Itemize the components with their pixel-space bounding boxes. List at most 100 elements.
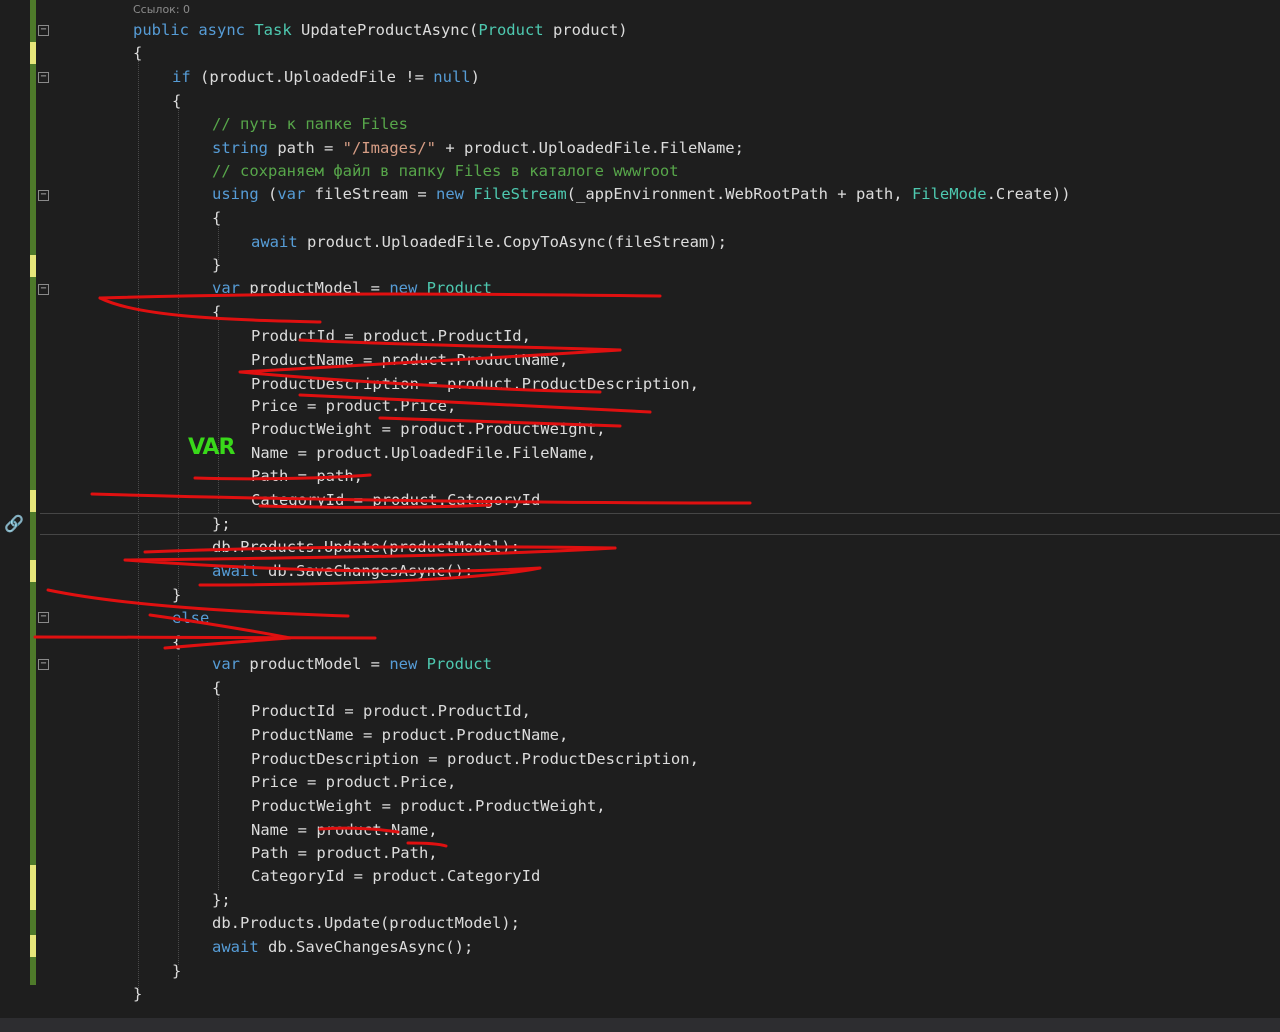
code-token: };	[212, 515, 231, 533]
code-token: Product	[426, 279, 492, 297]
code-token: .Create))	[986, 185, 1071, 203]
code-token: FileMode	[911, 185, 987, 203]
code-line[interactable]: // путь к папке Files	[212, 113, 408, 135]
code-token: await	[212, 938, 268, 956]
fold-toggle-icon[interactable]: −	[38, 190, 49, 201]
code-token: Path = product.Path,	[251, 844, 438, 862]
fold-toggle-icon[interactable]: −	[38, 72, 49, 83]
code-line[interactable]: Path = product.Path,	[251, 842, 438, 864]
codelens-references[interactable]: Ссылок: 0	[133, 3, 190, 16]
code-line[interactable]: }	[133, 983, 142, 1005]
code-line[interactable]: await db.SaveChangesAsync();	[212, 560, 473, 582]
code-token: {	[172, 633, 182, 651]
code-line[interactable]: CategoryId = product.CategoryId	[251, 489, 540, 511]
code-line[interactable]: db.Products.Update(productModel);	[212, 912, 520, 934]
code-line[interactable]: }	[212, 254, 221, 276]
code-line[interactable]: using (var fileStream = new FileStream(_…	[212, 183, 1071, 205]
code-token: db.SaveChangesAsync();	[268, 938, 474, 956]
code-token: CategoryId = product.CategoryId	[251, 491, 541, 509]
code-token: productModel =	[249, 655, 390, 673]
code-line[interactable]: if (product.UploadedFile != null)	[172, 66, 480, 88]
code-line[interactable]: public async Task UpdateProductAsync(Pro…	[133, 19, 628, 41]
code-line[interactable]: ProductId = product.ProductId,	[251, 700, 531, 722]
code-token: {	[212, 209, 222, 227]
code-token: + product.UploadedFile.FileName;	[435, 139, 744, 157]
change-marker	[30, 42, 36, 64]
code-token: }	[212, 256, 222, 274]
code-token: {	[212, 303, 222, 321]
code-line[interactable]: ProductWeight = product.ProductWeight,	[251, 418, 606, 440]
code-line[interactable]: {	[212, 301, 221, 323]
code-token: path =	[277, 139, 343, 157]
fold-toggle-icon[interactable]: −	[38, 25, 49, 36]
code-token: product.UploadedFile.CopyToAsync(fileStr…	[307, 233, 727, 251]
indent-guide	[218, 318, 219, 513]
code-token: ProductName = product.ProductName,	[251, 351, 569, 369]
code-line[interactable]: }	[172, 960, 181, 982]
indent-guide	[218, 695, 219, 890]
code-line[interactable]: Name = product.Name,	[251, 819, 438, 841]
code-line[interactable]: ProductName = product.ProductName,	[251, 724, 568, 746]
code-line[interactable]: ProductName = product.ProductName,	[251, 349, 568, 371]
code-token: {	[133, 44, 143, 62]
code-line[interactable]: string path = "/Images/" + product.Uploa…	[212, 137, 744, 159]
link-icon[interactable]: 🔗	[4, 514, 24, 533]
code-token: UpdateProductAsync(	[301, 21, 479, 39]
code-token: product)	[552, 21, 628, 39]
code-token: Task	[254, 21, 301, 39]
code-line[interactable]: {	[172, 631, 181, 653]
code-line[interactable]: else	[172, 607, 209, 629]
code-line[interactable]: {	[212, 677, 221, 699]
code-line[interactable]: var productModel = new Product	[212, 277, 492, 299]
code-line[interactable]: // сохраняем файл в папку Files в катало…	[212, 160, 679, 182]
code-line[interactable]: var productModel = new Product	[212, 653, 492, 675]
code-line[interactable]: {	[133, 42, 142, 64]
change-marker	[30, 490, 36, 512]
code-line[interactable]: ProductId = product.ProductId,	[251, 325, 531, 347]
code-line[interactable]: Price = product.Price,	[251, 395, 456, 417]
code-token: {	[172, 92, 182, 110]
code-line[interactable]: {	[212, 207, 221, 229]
code-token: }	[172, 962, 182, 980]
code-token: db.SaveChangesAsync();	[268, 562, 474, 580]
code-token: new	[389, 655, 427, 673]
code-line[interactable]: Price = product.Price,	[251, 771, 456, 793]
change-marker	[30, 560, 36, 582]
fold-toggle-icon[interactable]: −	[38, 612, 49, 623]
code-token: await	[251, 233, 307, 251]
code-token: ProductDescription = product.ProductDesc…	[251, 375, 699, 393]
code-token: await	[212, 562, 268, 580]
code-token: string	[212, 139, 278, 157]
code-token: productModel =	[249, 279, 390, 297]
code-token: new	[436, 185, 474, 203]
code-token: else	[172, 609, 210, 627]
code-token: db.Products.Update(productModel);	[212, 914, 520, 932]
code-token: (product.UploadedFile !=	[200, 68, 434, 86]
code-line[interactable]: }	[172, 584, 181, 606]
code-token: CategoryId = product.CategoryId	[251, 867, 541, 885]
code-token: using	[212, 185, 268, 203]
code-line[interactable]: Path = path,	[251, 465, 363, 487]
code-editor[interactable]: − − − − − − 🔗 Ссылок: 0 public async Tas…	[0, 0, 1280, 1032]
code-line[interactable]: ProductWeight = product.ProductWeight,	[251, 795, 606, 817]
fold-toggle-icon[interactable]: −	[38, 284, 49, 295]
code-line[interactable]: {	[172, 90, 181, 112]
change-marker	[30, 865, 36, 910]
code-line[interactable]: ProductDescription = product.ProductDesc…	[251, 748, 699, 770]
fold-toggle-icon[interactable]: −	[38, 659, 49, 670]
code-token: var	[212, 655, 250, 673]
code-line[interactable]: await db.SaveChangesAsync();	[212, 936, 473, 958]
code-line[interactable]: };	[212, 889, 231, 911]
code-line[interactable]: await product.UploadedFile.CopyToAsync(f…	[251, 231, 727, 253]
code-line[interactable]: db.Products.Update(productModel);	[212, 536, 520, 558]
code-token: (_appEnvironment.WebRootPath + path,	[566, 185, 912, 203]
code-line[interactable]: ProductDescription = product.ProductDesc…	[251, 373, 699, 395]
code-token: Product	[426, 655, 492, 673]
handwritten-annotation: VAR	[188, 435, 235, 460]
code-token: var	[212, 279, 250, 297]
code-line[interactable]: Name = product.UploadedFile.FileName,	[251, 442, 596, 464]
code-line[interactable]: };	[212, 513, 231, 535]
code-token: // сохраняем файл в папку Files в катало…	[212, 162, 679, 180]
code-line[interactable]: CategoryId = product.CategoryId	[251, 865, 540, 887]
code-token: ProductDescription = product.ProductDesc…	[251, 750, 699, 768]
